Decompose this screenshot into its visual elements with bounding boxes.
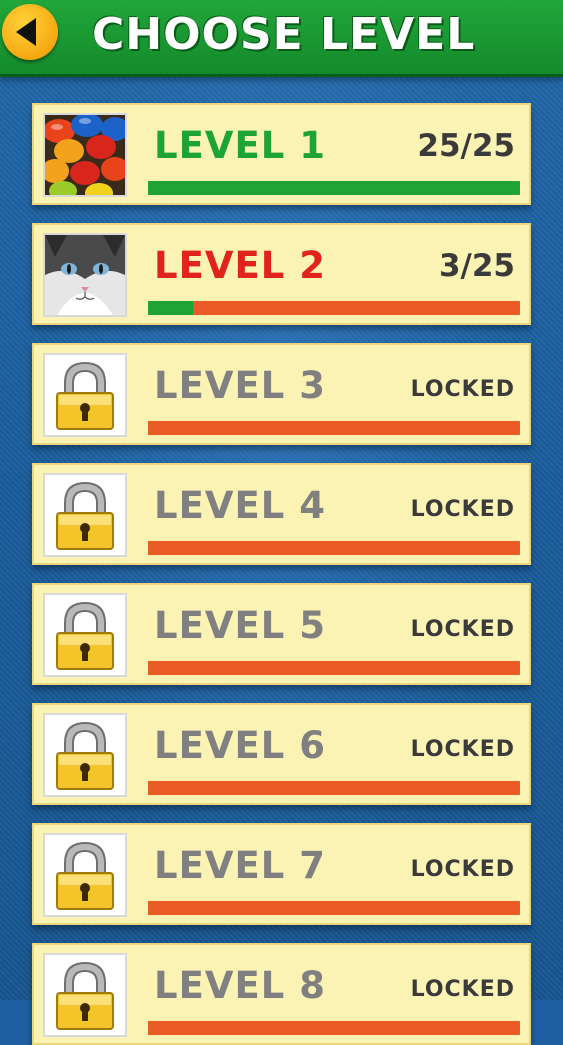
padlock-icon (43, 953, 127, 1037)
locked-label: LOCKED (410, 737, 515, 762)
padlock-icon (43, 473, 127, 557)
progress-bar (148, 661, 520, 675)
level-name: LEVEL 7 (154, 844, 326, 887)
progress-bar (148, 421, 520, 435)
level-card: LEVEL 8 LOCKED (32, 943, 531, 1045)
page-title: CHOOSE LEVEL (92, 9, 476, 60)
level-name: LEVEL 5 (154, 604, 326, 647)
padlock-icon (43, 593, 127, 677)
level-card: LEVEL 4 LOCKED (32, 463, 531, 565)
progress-bar (148, 901, 520, 915)
level-name: LEVEL 4 (154, 484, 326, 527)
candy-thumbnail (43, 113, 127, 197)
progress-bar (148, 301, 520, 315)
locked-label: LOCKED (410, 497, 515, 522)
level-name: LEVEL 6 (154, 724, 326, 767)
cat-thumbnail (43, 233, 127, 317)
level-card: LEVEL 3 LOCKED (32, 343, 531, 445)
progress-bar (148, 181, 520, 195)
level-card[interactable]: LEVEL 2 3/25 (32, 223, 531, 325)
locked-label: LOCKED (410, 977, 515, 1002)
level-progress-count: 3/25 (438, 248, 515, 284)
level-name: LEVEL 2 (154, 244, 326, 287)
progress-bar (148, 781, 520, 795)
padlock-icon (43, 713, 127, 797)
back-arrow-icon (16, 18, 36, 46)
level-card[interactable]: LEVEL 1 25/25 (32, 103, 531, 205)
progress-bar-fill (148, 181, 520, 195)
progress-bar (148, 1021, 520, 1035)
padlock-icon (43, 833, 127, 917)
progress-bar-fill (148, 301, 193, 315)
progress-bar (148, 541, 520, 555)
locked-label: LOCKED (410, 857, 515, 882)
level-name: LEVEL 1 (154, 124, 326, 167)
locked-label: LOCKED (410, 617, 515, 642)
level-card: LEVEL 7 LOCKED (32, 823, 531, 925)
level-card: LEVEL 5 LOCKED (32, 583, 531, 685)
header-bar: CHOOSE LEVEL (0, 0, 563, 77)
back-button[interactable] (2, 4, 58, 60)
level-name: LEVEL 3 (154, 364, 326, 407)
padlock-icon (43, 353, 127, 437)
level-progress-count: 25/25 (417, 128, 515, 164)
level-name: LEVEL 8 (154, 964, 326, 1007)
level-card: LEVEL 6 LOCKED (32, 703, 531, 805)
locked-label: LOCKED (410, 377, 515, 402)
